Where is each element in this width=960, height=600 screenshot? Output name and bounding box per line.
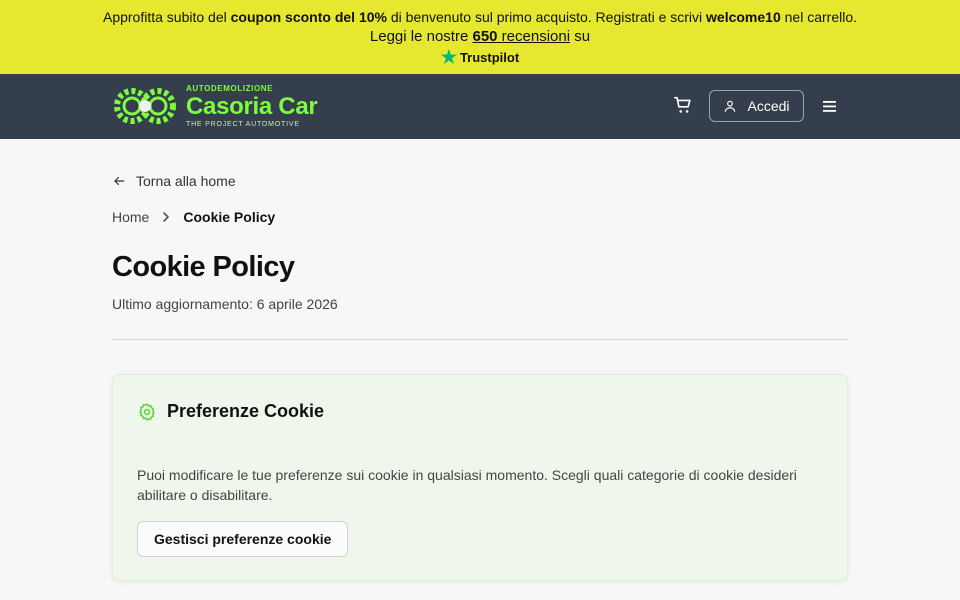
divider [112, 339, 848, 340]
login-button[interactable]: Accedi [709, 90, 804, 122]
promo-text: Leggi le nostre [369, 28, 473, 45]
back-label: Torna alla home [136, 173, 236, 189]
login-label: Accedi [747, 98, 790, 114]
card-header: Preferenze Cookie [137, 401, 324, 422]
cookie-preferences-card: Preferenze Cookie Puoi modificare le tue… [112, 374, 848, 581]
arrow-left-icon [114, 176, 125, 186]
trustpilot-label: Trustpilot [459, 49, 520, 65]
site-logo[interactable]: AUTODEMOLIZIONE Casoria Car THE PROJECT … [112, 83, 334, 129]
promo-line-1: Approfitta subito del coupon sconto del … [0, 8, 960, 26]
promo-text: nel carrello. [780, 9, 858, 25]
reviews-link[interactable]: 650 recensioni [472, 28, 570, 45]
site-header: AUTODEMOLIZIONE Casoria Car THE PROJECT … [0, 74, 960, 139]
breadcrumb: Home Cookie Policy [112, 209, 275, 225]
promo-banner: Approfitta subito del coupon sconto del … [0, 0, 960, 74]
gear-icon [139, 402, 155, 421]
reviews-count[interactable]: 650 [472, 28, 497, 45]
breadcrumb-home[interactable]: Home [112, 209, 149, 225]
hamburger-menu-icon[interactable] [822, 96, 838, 116]
promo-code: welcome10 [706, 9, 781, 25]
promo-line-2: Leggi le nostre 650 recensioni su [0, 27, 960, 47]
promo-text: su [570, 28, 591, 45]
last-updated: Ultimo aggiornamento: 6 aprile 2026 [112, 296, 338, 312]
back-to-home-link[interactable]: Torna alla home [112, 173, 236, 189]
manage-cookie-preferences-button[interactable]: Gestisci preferenze cookie [137, 521, 349, 557]
promo-coupon-text: coupon sconto del 10% [230, 9, 387, 25]
breadcrumb-current: Cookie Policy [183, 209, 276, 225]
logo-tagline-bottom: THE PROJECT AUTOMOTIVE [186, 120, 300, 128]
promo-text: di benvenuto sul primo acquisto. Registr… [386, 9, 707, 25]
card-description: Puoi modificare le tue preferenze sui co… [137, 467, 797, 503]
star-icon: ★ [440, 47, 457, 67]
trustpilot-logo[interactable]: ★ Trustpilot [441, 48, 519, 66]
logo-tagline-top: AUTODEMOLIZIONE [186, 83, 274, 93]
page-title: Cookie Policy [112, 251, 295, 283]
card-heading: Preferenze Cookie [167, 401, 325, 421]
user-icon [725, 100, 736, 112]
logo-name: Casoria Car [186, 92, 318, 120]
reviews-label[interactable]: recensioni [498, 28, 570, 45]
chevron-right-icon [163, 212, 170, 222]
logo-gears-icon [114, 88, 176, 124]
cart-icon[interactable] [672, 94, 694, 116]
promo-text: Approfitta subito del [102, 9, 231, 25]
